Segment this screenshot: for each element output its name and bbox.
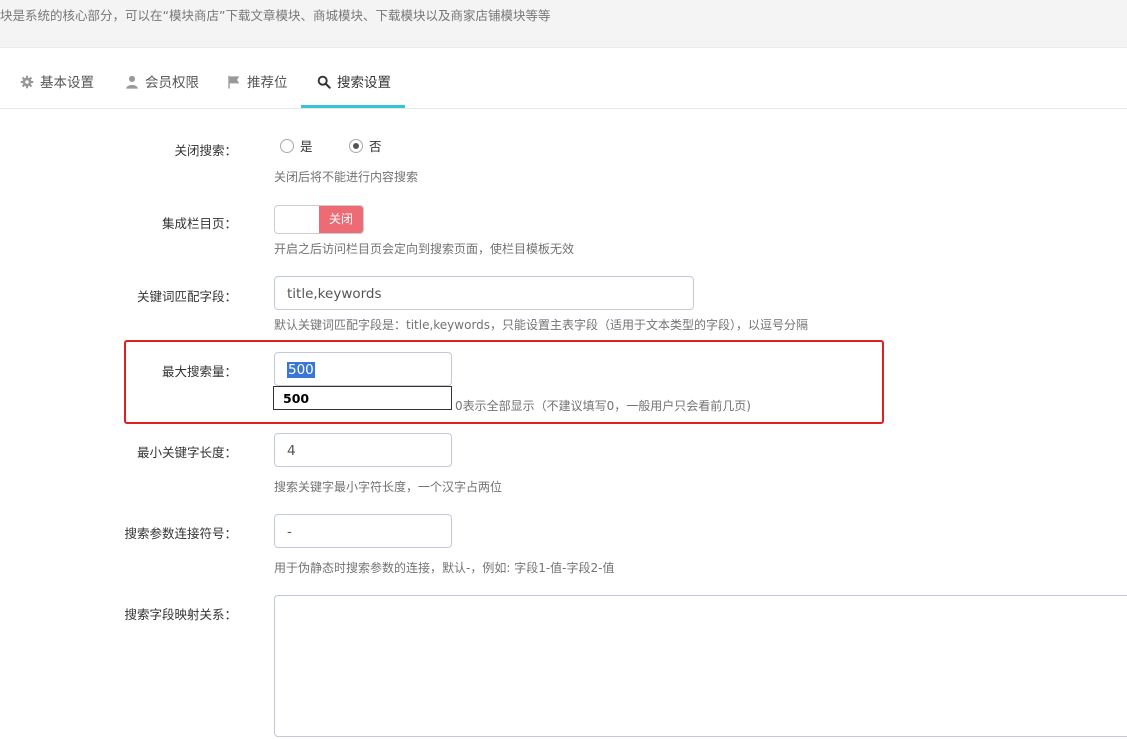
user-icon: [126, 75, 138, 89]
highlight-box: [124, 340, 884, 424]
field-mapping-textarea[interactable]: [274, 595, 1127, 737]
tab-basic-settings-label: 基本设置: [40, 75, 94, 91]
min-keyword-length-label: 最小关键字长度：: [136, 445, 237, 460]
tab-recommend-position[interactable]: 推荐位: [227, 60, 288, 106]
flag-icon: [228, 75, 240, 89]
tab-member-permissions-label: 会员权限: [145, 75, 199, 91]
gear-icon: [20, 75, 34, 89]
radio-circle: [280, 139, 294, 153]
close-search-yes-radio[interactable]: 是: [280, 139, 313, 155]
min-keyword-length-help: 搜索关键字最小字符长度，一个汉字占两位: [274, 480, 503, 494]
close-search-label: 关闭搜索：: [174, 143, 237, 158]
catpage-toggle-switch[interactable]: 关闭: [274, 205, 364, 234]
param-separator-help: 用于伪静态时搜索参数的连接，默认-，例如: 字段1-值-字段2-值: [274, 561, 615, 575]
settings-tabs: 基本设置 会员权限 推荐位 搜索设置: [0, 60, 1127, 109]
close-search-no-label: 否: [369, 139, 382, 154]
tab-recommend-position-label: 推荐位: [247, 75, 288, 91]
keyword-fields-help: 默认关键词匹配字段是：title,keywords，只能设置主表字段（适用于文本…: [274, 318, 809, 332]
field-mapping-label: 搜索字段映射关系：: [124, 607, 237, 622]
close-search-yes-label: 是: [300, 139, 313, 154]
param-separator-label: 搜索参数连接符号：: [124, 526, 237, 541]
module-notice-text: 块是系统的核心部分，可以在“模块商店”下载文章模块、商城模块、下载模块以及商家店…: [0, 8, 551, 23]
keyword-fields-input[interactable]: title,keywords: [274, 276, 694, 310]
tab-search-settings[interactable]: 搜索设置: [301, 60, 405, 108]
catpage-help: 开启之后访问栏目页会定向到搜索页面，使栏目模板无效: [274, 242, 575, 256]
param-separator-input[interactable]: -: [274, 514, 452, 548]
catpage-switch-off-label: 关闭: [319, 206, 363, 233]
tab-member-permissions[interactable]: 会员权限: [125, 60, 199, 106]
tab-basic-settings[interactable]: 基本设置: [20, 60, 94, 106]
module-notice-bar: 块是系统的核心部分，可以在“模块商店”下载文章模块、商城模块、下载模块以及商家店…: [0, 0, 1127, 48]
close-search-help: 关闭后将不能进行内容搜索: [274, 170, 419, 184]
radio-circle-checked: [349, 139, 363, 153]
close-search-no-radio[interactable]: 否: [349, 139, 382, 155]
tab-search-settings-label: 搜索设置: [337, 75, 391, 91]
catpage-label: 集成栏目页：: [161, 216, 237, 231]
keyword-fields-label: 关键词匹配字段：: [136, 289, 237, 304]
search-icon: [317, 75, 331, 89]
min-keyword-length-input[interactable]: 4: [274, 433, 452, 467]
